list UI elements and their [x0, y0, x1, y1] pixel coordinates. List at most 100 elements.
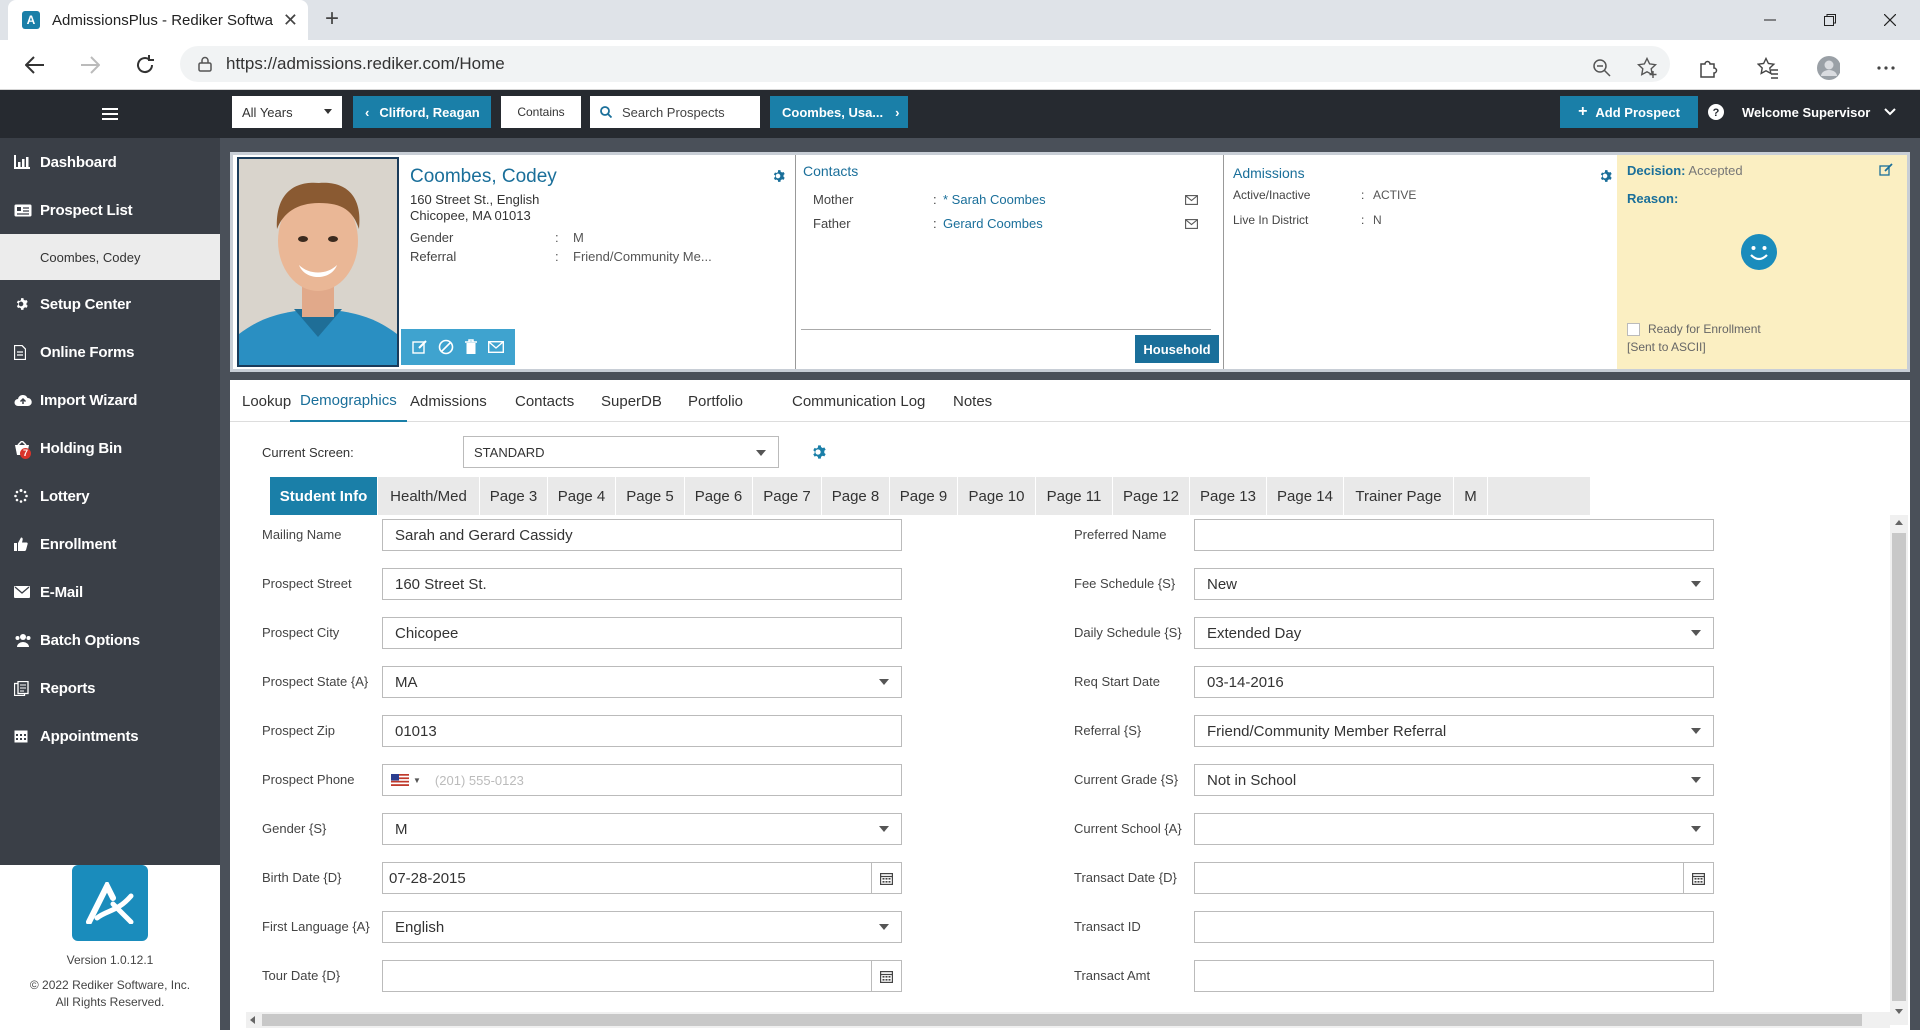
edit-icon[interactable]	[412, 339, 428, 355]
url-field[interactable]: https://admissions.rediker.com/Home	[180, 46, 1670, 82]
page-tab-more[interactable]: M	[1454, 477, 1488, 515]
prospect-phone-input[interactable]: ▼ (201) 555-0123	[382, 764, 902, 796]
tab-lookup[interactable]: Lookup	[242, 380, 291, 422]
mailing-name-input[interactable]: Sarah and Gerard Cassidy	[382, 519, 902, 551]
restore-icon[interactable]	[1800, 0, 1860, 40]
vertical-scrollbar[interactable]	[1890, 515, 1908, 1025]
preferred-name-input[interactable]	[1194, 519, 1714, 551]
sidebar-item-reports[interactable]: Reports	[0, 664, 220, 712]
scroll-left-icon[interactable]	[250, 1016, 255, 1024]
scroll-up-icon[interactable]	[1895, 520, 1903, 525]
prospect-state-select[interactable]: MA	[382, 666, 902, 698]
more-menu-icon[interactable]	[1874, 56, 1898, 80]
page-tab-page-9[interactable]: Page 9	[890, 477, 958, 515]
new-tab-icon[interactable]: +	[318, 6, 346, 34]
close-tab-icon[interactable]: ✕	[283, 10, 298, 31]
req-start-date-input[interactable]: 03-14-2016	[1194, 666, 1714, 698]
add-prospect-button[interactable]: + Add Prospect	[1560, 96, 1698, 128]
help-icon[interactable]: ?	[1708, 96, 1724, 128]
refresh-icon[interactable]	[130, 50, 160, 80]
sidebar-item-prospect-list[interactable]: Prospect List	[0, 186, 220, 234]
prospect-street-input[interactable]: 160 Street St.	[382, 568, 902, 600]
profile-avatar[interactable]	[1816, 56, 1840, 80]
hamburger-menu-icon[interactable]	[0, 90, 220, 138]
gender-select[interactable]: M	[382, 813, 902, 845]
zoom-icon[interactable]	[1590, 56, 1614, 80]
trash-icon[interactable]	[464, 339, 478, 355]
referral-select[interactable]: Friend/Community Member Referral	[1194, 715, 1714, 747]
tab-superdb[interactable]: SuperDB	[601, 380, 662, 422]
page-tab-student-info[interactable]: Student Info	[270, 477, 378, 515]
sidebar-item-lottery[interactable]: Lottery	[0, 472, 220, 520]
first-language-select[interactable]: English	[382, 911, 902, 943]
horizontal-scroll-thumb[interactable]	[262, 1014, 1862, 1026]
daily-schedule-select[interactable]: Extended Day	[1194, 617, 1714, 649]
gear-icon[interactable]	[771, 169, 785, 183]
screen-settings-gear-icon[interactable]	[810, 444, 826, 460]
match-mode-button[interactable]: Contains	[501, 96, 581, 128]
tab-portfolio[interactable]: Portfolio	[688, 380, 743, 422]
vertical-scroll-thumb[interactable]	[1892, 533, 1906, 1001]
ban-icon[interactable]	[438, 339, 454, 355]
sidebar-item-holding-bin[interactable]: 7 Holding Bin	[0, 424, 220, 472]
page-tab-page-11[interactable]: Page 11	[1036, 477, 1113, 515]
sidebar-item-appointments[interactable]: Appointments	[0, 712, 220, 760]
tab-admissions[interactable]: Admissions	[410, 380, 487, 422]
page-tab-page-3[interactable]: Page 3	[480, 477, 548, 515]
forward-icon[interactable]	[75, 50, 105, 80]
current-screen-select[interactable]: STANDARD	[463, 436, 779, 468]
ready-for-enrollment[interactable]: Ready for Enrollment	[1627, 322, 1761, 336]
search-prospects-input[interactable]: Search Prospects	[590, 96, 760, 128]
horizontal-scrollbar[interactable]	[246, 1012, 1890, 1028]
sidebar-item-email[interactable]: E-Mail	[0, 568, 220, 616]
calendar-icon[interactable]	[871, 863, 901, 893]
page-tab-page-5[interactable]: Page 5	[616, 477, 685, 515]
page-tab-page-4[interactable]: Page 4	[548, 477, 616, 515]
transact-date-input[interactable]	[1194, 862, 1714, 894]
tab-demographics[interactable]: Demographics	[290, 380, 407, 422]
email-mother-icon[interactable]	[1185, 195, 1198, 205]
tab-communication-log[interactable]: Communication Log	[792, 380, 925, 422]
prospect-name[interactable]: Coombes, Codey	[410, 166, 557, 188]
page-tab-page-13[interactable]: Page 13	[1190, 477, 1267, 515]
prospect-zip-input[interactable]: 01013	[382, 715, 902, 747]
user-menu[interactable]: Welcome Supervisor	[1742, 96, 1897, 128]
browser-tab[interactable]: A AdmissionsPlus - Rediker Softwa ✕	[8, 0, 308, 40]
transact-id-input[interactable]	[1194, 911, 1714, 943]
previous-prospect-button[interactable]: ‹ Clifford, Reagan	[353, 96, 491, 128]
tour-date-input[interactable]	[382, 960, 902, 992]
page-tab-page-8[interactable]: Page 8	[822, 477, 890, 515]
tab-contacts[interactable]: Contacts	[515, 380, 574, 422]
next-prospect-button[interactable]: Coombes, Usa... ›	[770, 96, 908, 128]
favorites-icon[interactable]	[1756, 56, 1780, 80]
checkbox-icon[interactable]	[1627, 322, 1640, 336]
page-tab-page-10[interactable]: Page 10	[958, 477, 1036, 515]
current-grade-select[interactable]: Not in School	[1194, 764, 1714, 796]
calendar-icon[interactable]	[1683, 863, 1713, 893]
us-flag-icon[interactable]	[391, 774, 409, 786]
page-tab-page-7[interactable]: Page 7	[753, 477, 822, 515]
mother-link[interactable]: * Sarah Coombes	[943, 192, 1046, 207]
sidebar-item-dashboard[interactable]: Dashboard	[0, 138, 220, 186]
page-tab-page-6[interactable]: Page 6	[685, 477, 753, 515]
edit-decision-icon[interactable]	[1879, 163, 1893, 177]
email-father-icon[interactable]	[1185, 219, 1198, 229]
page-tab-health-med[interactable]: Health/Med	[378, 477, 480, 515]
envelope-icon[interactable]	[488, 341, 504, 353]
birth-date-input[interactable]: 07-28-2015	[382, 862, 902, 894]
scroll-down-icon[interactable]	[1895, 1009, 1903, 1014]
sidebar-item-online-forms[interactable]: Online Forms	[0, 328, 220, 376]
fee-schedule-select[interactable]: New	[1194, 568, 1714, 600]
page-tab-page-12[interactable]: Page 12	[1113, 477, 1190, 515]
page-tab-page-14[interactable]: Page 14	[1267, 477, 1344, 515]
household-button[interactable]: Household	[1135, 335, 1219, 363]
extensions-icon[interactable]	[1696, 56, 1720, 80]
close-window-icon[interactable]	[1860, 0, 1920, 40]
prospect-city-input[interactable]: Chicopee	[382, 617, 902, 649]
calendar-icon[interactable]	[871, 961, 901, 991]
page-tab-trainer-page[interactable]: Trainer Page	[1344, 477, 1454, 515]
sidebar-item-batch-options[interactable]: Batch Options	[0, 616, 220, 664]
minimize-icon[interactable]	[1740, 0, 1800, 40]
transact-amt-input[interactable]	[1194, 960, 1714, 992]
year-filter-select[interactable]: All Years	[232, 96, 342, 128]
